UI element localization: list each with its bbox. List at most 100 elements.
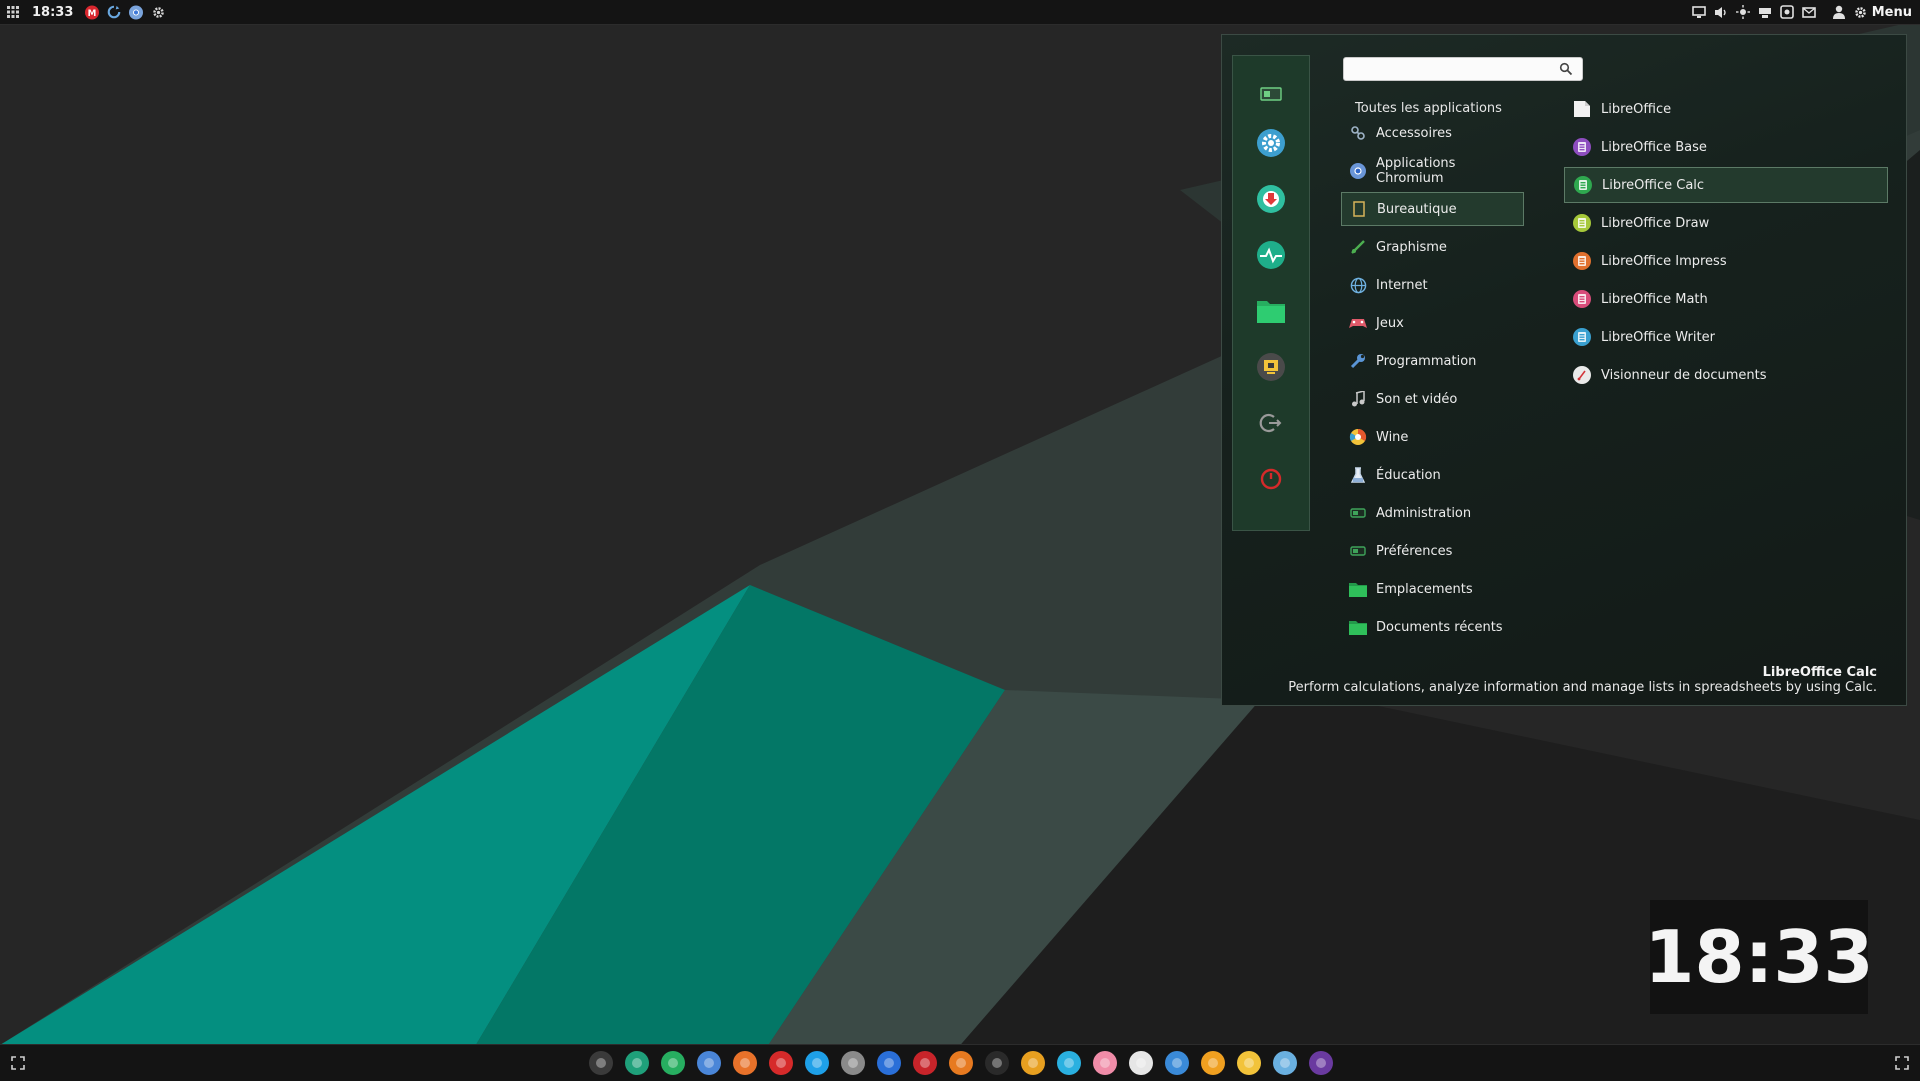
sidebar-system-monitor[interactable] [1255,239,1287,271]
search-icon [1559,62,1573,76]
menu-button[interactable]: Menu [1854,5,1912,20]
graphics-icon [1349,238,1367,256]
software-manager-icon [1257,185,1285,213]
sidebar-files[interactable] [1255,295,1287,327]
logout-icon [1259,413,1282,433]
image-viewer-icon[interactable] [1234,1048,1264,1078]
category-item[interactable]: Éducation [1341,458,1524,492]
screenshot-tool-icon[interactable] [1054,1048,1084,1078]
category-item[interactable]: Son et vidéo [1341,382,1524,416]
category-item[interactable]: Bureautique [1341,192,1524,226]
screenshot-icon[interactable] [1779,5,1794,19]
workspace-expo-icon[interactable] [1895,1056,1909,1070]
category-item[interactable]: Internet [1341,268,1524,302]
volume-icon[interactable] [1714,5,1728,19]
category-label: Accessoires [1376,125,1452,141]
svg-text:M: M [88,9,97,19]
system-monitor-icon[interactable] [622,1048,652,1078]
update-icon[interactable] [1270,1048,1300,1078]
administration-icon [1349,504,1367,522]
blender-icon[interactable] [946,1048,976,1078]
system-settings-icon [1257,129,1285,157]
application-label: LibreOffice [1601,101,1672,117]
category-item[interactable]: Applications Chromium [1341,154,1524,188]
category-label: Jeux [1376,315,1404,331]
firefox-icon[interactable] [730,1048,760,1078]
terminal-icon [1260,87,1282,101]
desktop-clock-desklet: 18:33 [1644,900,1874,1014]
sidebar-screen-lock[interactable] [1255,351,1287,383]
opera-icon[interactable] [766,1048,796,1078]
programming-icon [1349,352,1367,370]
category-item[interactable]: Préférences [1341,534,1524,568]
category-item[interactable]: Jeux [1341,306,1524,340]
application-item[interactable]: LibreOffice Base [1564,129,1888,165]
libreoffice-impress-icon [1572,251,1592,271]
pink-app-icon[interactable] [1090,1048,1120,1078]
terminal-icon[interactable] [586,1048,616,1078]
dropbox-icon[interactable] [874,1048,904,1078]
display-icon[interactable] [1691,5,1706,19]
game-character-icon[interactable] [1306,1048,1336,1078]
category-item[interactable]: Emplacements [1341,572,1524,606]
vlc-like-icon[interactable] [1126,1048,1156,1078]
sidebar-software-manager[interactable] [1255,183,1287,215]
settings-icon[interactable] [151,5,165,19]
category-label: Internet [1376,277,1428,293]
document-viewer-icon [1572,365,1592,385]
category-item[interactable]: Programmation [1341,344,1524,378]
sidebar-power[interactable] [1255,463,1287,495]
category-item[interactable]: Wine [1341,420,1524,454]
drawing-app-icon[interactable] [1198,1048,1228,1078]
libreoffice-icon [1572,99,1592,119]
apps-grid-icon[interactable] [6,5,20,19]
libreoffice-math-icon [1572,289,1592,309]
filezilla-icon[interactable] [910,1048,940,1078]
category-label: Préférences [1376,543,1453,559]
application-item[interactable]: LibreOffice Calc [1564,167,1888,203]
sync-icon[interactable] [107,5,121,19]
messaging-icon[interactable] [1801,5,1816,19]
steam-icon[interactable] [982,1048,1012,1078]
removable-drive-icon[interactable] [1758,5,1772,19]
category-label: Wine [1376,429,1409,445]
category-item[interactable]: Graphisme [1341,230,1524,264]
sidebar-system-settings[interactable] [1255,127,1287,159]
category-label: Programmation [1376,353,1477,369]
sidebar-terminal[interactable] [1255,78,1287,110]
application-item[interactable]: LibreOffice Impress [1564,243,1888,279]
application-label: LibreOffice Writer [1601,329,1715,345]
files-icon[interactable] [658,1048,688,1078]
menu-label: Menu [1871,4,1912,20]
chromium-icon [1349,162,1367,180]
inkscape-icon[interactable] [838,1048,868,1078]
chromium-icon[interactable] [129,5,144,19]
application-item[interactable]: LibreOffice Writer [1564,319,1888,355]
category-item[interactable]: Administration [1341,496,1524,530]
application-label: LibreOffice Base [1601,139,1707,155]
screen-lock-icon [1257,353,1285,381]
brightness-icon[interactable] [1735,5,1750,19]
skype-icon[interactable] [802,1048,832,1078]
mega-icon[interactable]: M [85,5,100,19]
category-label: Bureautique [1377,201,1457,217]
libreoffice-draw-icon [1572,213,1592,233]
category-item[interactable]: Documents récents [1341,610,1524,644]
search-input[interactable] [1343,57,1583,81]
libreoffice-calc-icon [1573,175,1593,195]
application-item[interactable]: LibreOffice Draw [1564,205,1888,241]
user-icon[interactable] [1832,5,1846,19]
intellij-icon[interactable] [1162,1048,1192,1078]
application-item[interactable]: LibreOffice [1564,91,1888,127]
show-desktop-icon[interactable] [11,1056,25,1070]
application-item[interactable]: Visionneur de documents [1564,357,1888,393]
application-item[interactable]: LibreOffice Math [1564,281,1888,317]
application-label: LibreOffice Draw [1601,215,1710,231]
chromium-icon[interactable] [694,1048,724,1078]
sidebar-logout[interactable] [1255,407,1287,439]
all-applications-category[interactable]: Toutes les applications [1355,101,1502,116]
category-item[interactable]: Accessoires [1341,116,1524,150]
application-menu: Toutes les applications Accessoires Appl… [1221,34,1907,706]
panel-clock[interactable]: 18:33 [28,5,77,20]
picasa-icon[interactable] [1018,1048,1048,1078]
